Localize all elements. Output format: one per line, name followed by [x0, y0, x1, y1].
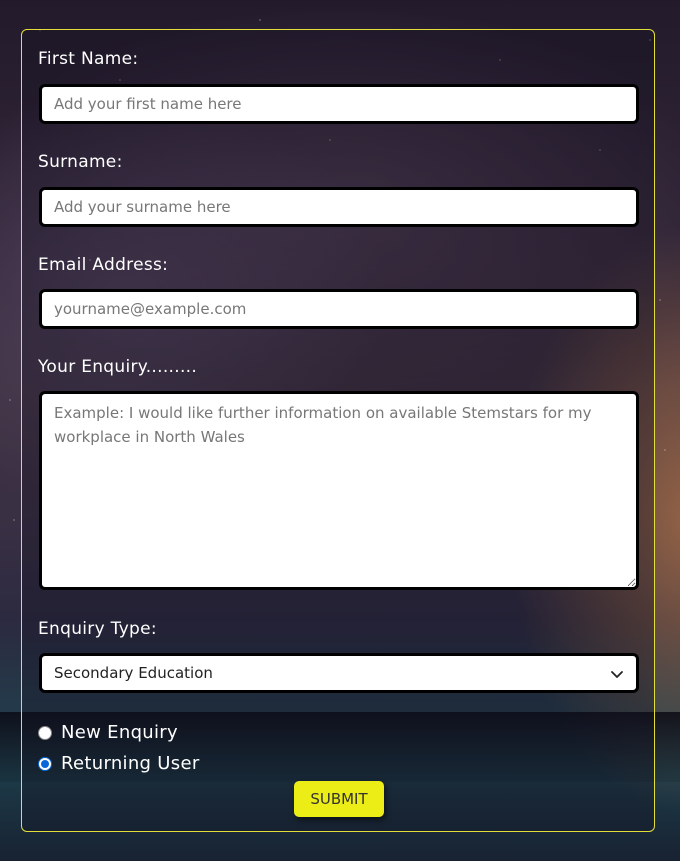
submit-button[interactable]: SUBMIT	[294, 781, 384, 817]
enquiry-label: Your Enquiry.........	[38, 357, 198, 377]
radio-returning-user-label: Returning User	[61, 753, 200, 774]
email-label: Email Address:	[38, 255, 169, 275]
first-name-input[interactable]	[39, 84, 639, 124]
first-name-label: First Name:	[38, 49, 139, 69]
radio-returning-user-button[interactable]	[38, 756, 52, 771]
radio-returning-user[interactable]: Returning User	[38, 753, 200, 774]
email-input[interactable]	[39, 289, 639, 329]
radio-new-enquiry-label: New Enquiry	[61, 722, 178, 743]
contact-form: First Name: Surname: Email Address: Your…	[21, 29, 655, 832]
enquiry-type-select[interactable]: Secondary Education	[39, 653, 639, 693]
surname-input[interactable]	[39, 187, 639, 227]
surname-label: Surname:	[38, 152, 123, 172]
enquiry-type-selected-value: Secondary Education	[54, 664, 213, 682]
radio-new-enquiry-button[interactable]	[38, 725, 52, 740]
radio-new-enquiry[interactable]: New Enquiry	[38, 722, 178, 743]
enquiry-textarea[interactable]	[39, 391, 639, 590]
enquiry-type-label: Enquiry Type:	[38, 619, 157, 639]
chevron-down-icon	[610, 666, 624, 680]
